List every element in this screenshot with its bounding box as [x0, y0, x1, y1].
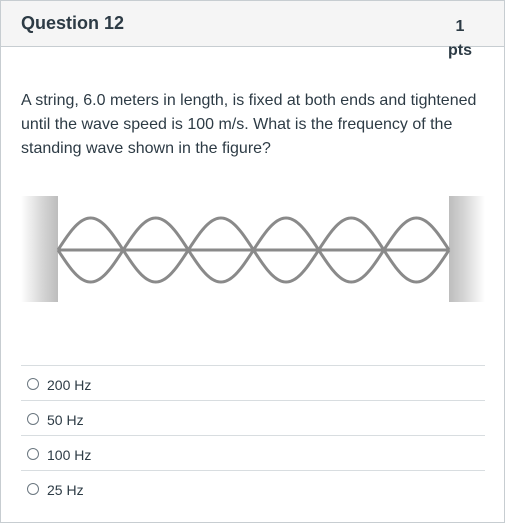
question-header: Question 12 1 pts: [1, 1, 504, 59]
radio-button[interactable]: [27, 413, 39, 425]
radio-button[interactable]: [27, 378, 39, 390]
standing-wave-figure: [21, 196, 485, 302]
answer-label: 25 Hz: [47, 482, 84, 498]
answer-option[interactable]: 100 Hz: [21, 435, 485, 470]
answer-label: 50 Hz: [47, 412, 84, 428]
answer-option[interactable]: 50 Hz: [21, 400, 485, 435]
question-text: A string, 6.0 meters in length, is fixed…: [21, 92, 477, 157]
left-wall: [21, 196, 58, 302]
points-unit: pts: [448, 42, 472, 59]
question-title: Question 12: [21, 13, 125, 33]
answer-option[interactable]: 25 Hz: [21, 470, 485, 505]
points-value: 1: [455, 18, 465, 35]
radio-button[interactable]: [27, 448, 39, 460]
answer-label: 200 Hz: [47, 377, 92, 393]
answer-label: 100 Hz: [47, 447, 92, 463]
radio-button[interactable]: [27, 483, 39, 495]
right-wall: [449, 196, 485, 302]
points-display: 1 pts: [441, 15, 479, 63]
question-card: Question 12 1 pts A string, 6.0 meters i…: [0, 0, 505, 523]
answer-option[interactable]: 200 Hz: [21, 365, 485, 400]
answer-list: 200 Hz 50 Hz 100 Hz 25 Hz: [21, 365, 485, 505]
